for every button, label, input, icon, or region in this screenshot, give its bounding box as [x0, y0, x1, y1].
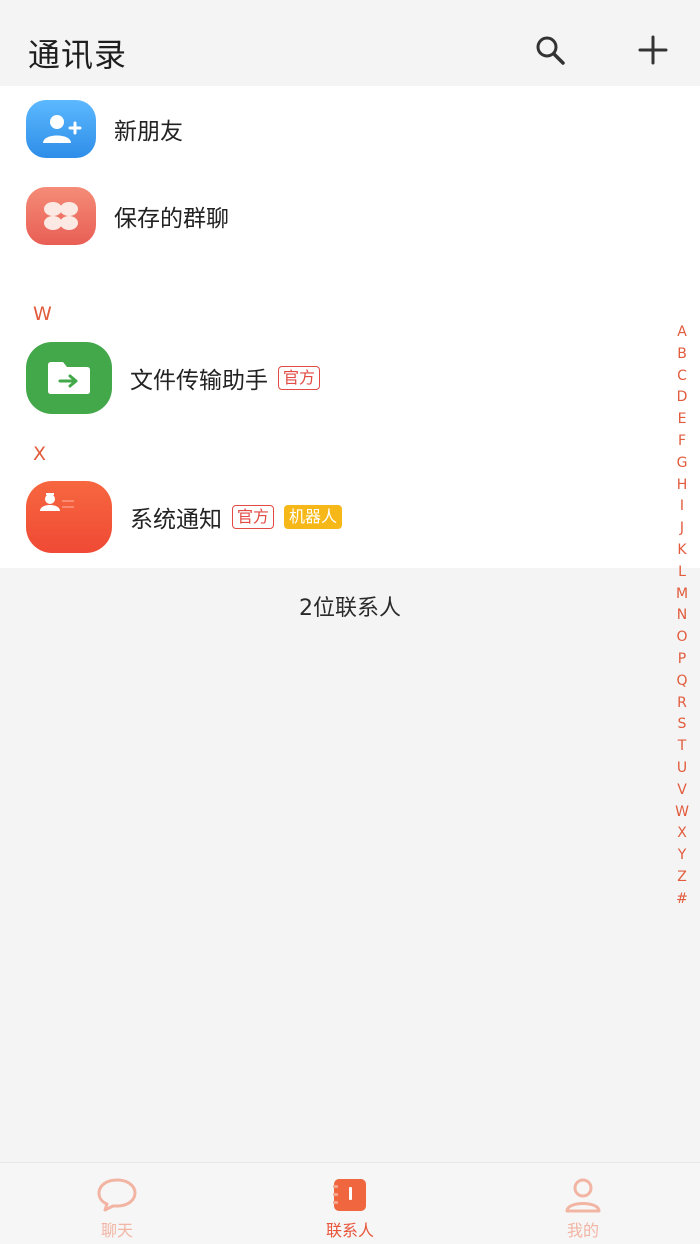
system-notice-name: 系统通知 [130, 507, 222, 533]
file-transfer-name: 文件传输助手 [130, 368, 268, 394]
index-letter[interactable]: C [664, 366, 700, 388]
tab-contacts[interactable]: 联系人 [290, 1177, 410, 1241]
index-letter[interactable]: E [664, 409, 700, 431]
contacts-book-icon [333, 1179, 366, 1211]
chat-bubble-icon [97, 1178, 137, 1212]
index-letter[interactable]: B [664, 344, 700, 366]
index-letter[interactable]: Q [664, 671, 700, 693]
index-letter[interactable]: G [664, 453, 700, 475]
index-letter[interactable]: J [664, 518, 700, 540]
bottom-tab-bar: 聊天 联系人 我的 [0, 1162, 700, 1244]
saved-groups-avatar [26, 187, 96, 245]
contact-system-notice[interactable]: 系统通知 官方 机器人 [0, 481, 660, 553]
index-letter[interactable]: L [664, 562, 700, 584]
index-letter[interactable]: F [664, 431, 700, 453]
system-notice-icon [40, 493, 74, 511]
page-title: 通讯录 [28, 36, 128, 74]
system-notice-avatar [26, 481, 112, 553]
plus-icon [638, 35, 668, 65]
index-letter[interactable]: I [664, 496, 700, 518]
section-letter-x: X [33, 443, 47, 465]
index-letter[interactable]: V [664, 780, 700, 802]
index-letter[interactable]: H [664, 475, 700, 497]
section-letter-w: W [33, 303, 52, 325]
folder-transfer-icon [48, 362, 90, 394]
new-friends-item[interactable]: 新朋友 [0, 100, 660, 158]
index-letter[interactable]: Y [664, 845, 700, 867]
contact-list: 新朋友 保存的群聊 W 文件传输助手 官方 X 系统通知 官方 机器人 [0, 86, 700, 568]
index-letter[interactable]: D [664, 387, 700, 409]
search-icon [536, 36, 565, 65]
official-badge: 官方 [278, 366, 321, 390]
index-letter[interactable]: A [664, 322, 700, 344]
index-letter[interactable]: P [664, 649, 700, 671]
index-letter[interactable]: T [664, 736, 700, 758]
index-letter[interactable]: S [664, 714, 700, 736]
index-letter[interactable]: Z [664, 867, 700, 889]
index-letter[interactable]: O [664, 627, 700, 649]
saved-groups-item[interactable]: 保存的群聊 [0, 187, 660, 245]
official-badge: 官方 [232, 505, 275, 529]
index-letter[interactable]: N [664, 605, 700, 627]
add-user-icon [43, 115, 82, 143]
tab-contacts-label: 联系人 [325, 1221, 374, 1240]
contact-file-transfer[interactable]: 文件传输助手 官方 [0, 342, 660, 414]
index-letter[interactable]: # [664, 889, 700, 911]
index-letter[interactable]: R [664, 693, 700, 715]
group-chat-icon [44, 202, 78, 230]
search-button[interactable] [530, 30, 570, 70]
index-letter[interactable]: M [664, 584, 700, 606]
tab-chat-label: 聊天 [100, 1221, 133, 1240]
new-friends-label: 新朋友 [114, 119, 183, 145]
index-letter[interactable]: W [664, 802, 700, 824]
tab-chat[interactable]: 聊天 [57, 1177, 177, 1241]
contact-count: 2位联系人 [299, 596, 401, 621]
header-bar: 通讯录 [0, 0, 700, 86]
robot-badge: 机器人 [284, 505, 343, 529]
index-letter[interactable]: X [664, 823, 700, 845]
index-letter[interactable]: K [664, 540, 700, 562]
new-friends-avatar [26, 100, 96, 158]
saved-groups-label: 保存的群聊 [114, 206, 229, 232]
file-transfer-avatar [26, 342, 112, 414]
tab-profile-label: 我的 [566, 1221, 599, 1240]
profile-icon [565, 1178, 601, 1213]
tab-profile[interactable]: 我的 [523, 1177, 643, 1241]
alphabet-index-bar[interactable]: A B C D E F G H I J K L M N O P Q R S T U V W X Y Z # [664, 322, 700, 911]
add-button[interactable] [633, 30, 673, 70]
index-letter[interactable]: U [664, 758, 700, 780]
